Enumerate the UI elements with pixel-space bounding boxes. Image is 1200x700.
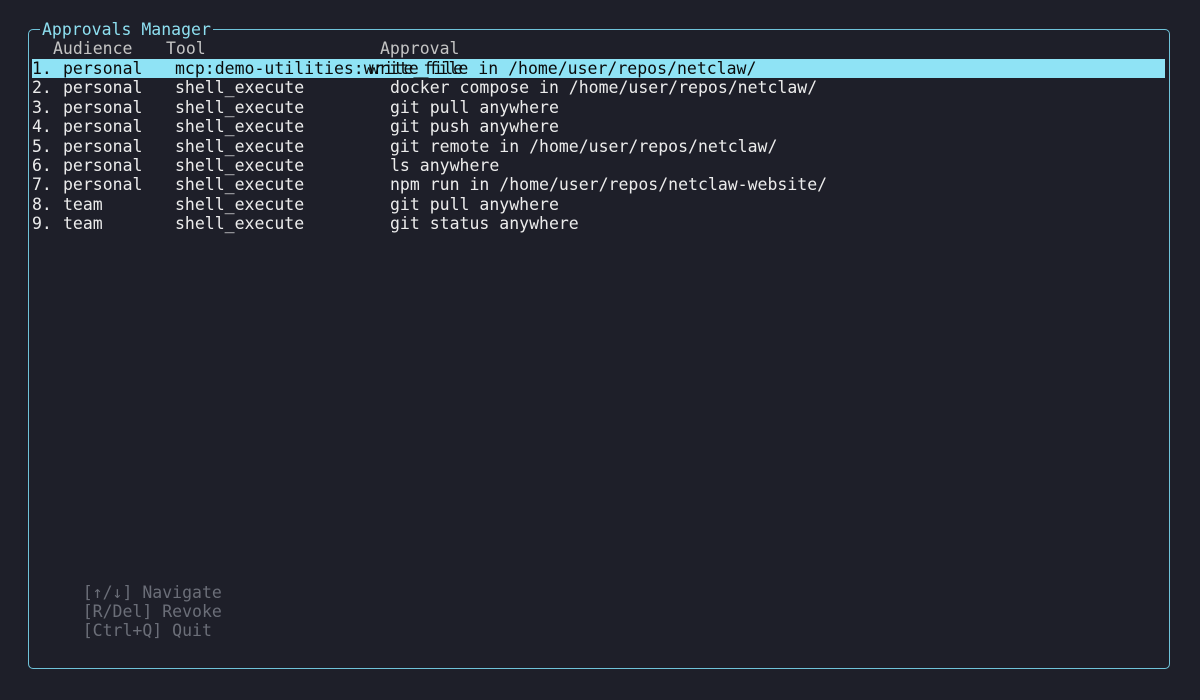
row-tool: shell_execute [175,155,305,175]
table-row[interactable]: 7. personal shell_execute npm run in /home/… [32,175,1165,194]
panel-title: Approvals Manager [40,20,213,39]
row-number: 6. [32,155,52,175]
row-audience: personal [63,136,143,156]
row-audience: personal [63,78,143,98]
row-tool: shell_execute [175,78,305,98]
table-row[interactable]: 3. personal shell_execute git pull anywhere [32,98,1165,117]
row-audience: personal [63,97,143,117]
approvals-panel: Approvals Manager Audience Tool Approval… [28,20,1170,669]
row-tool: shell_execute [175,214,305,234]
row-audience: team [63,194,103,214]
row-audience: personal [63,175,143,195]
table-header: Audience Tool Approval [29,39,1169,58]
row-number: 5. [32,136,52,156]
row-audience: personal [63,155,143,175]
row-number: 2. [32,78,52,98]
row-number: 1. [32,59,52,78]
approvals-list: 1. personal mcp:demo-utilities:write_file w… [32,59,1165,234]
row-number: 3. [32,97,52,117]
row-tool: shell_execute [175,136,305,156]
table-row[interactable]: 9. team shell_execute git status anywhere [32,214,1165,233]
row-audience: personal [63,117,143,137]
table-row[interactable]: 2. personal shell_execute docker compose in… [32,78,1165,97]
table-row[interactable]: 4. personal shell_execute git push anywhere [32,117,1165,136]
column-header-approval: Approval [380,39,460,58]
column-header-tool: Tool [166,39,206,58]
column-header-audience: Audience [53,39,133,58]
row-approval: git status anywhere [390,214,579,234]
table-row[interactable]: 8. team shell_execute git pull anywhere [32,195,1165,214]
table-row[interactable]: 5. personal shell_execute git remote in /ho… [32,137,1165,156]
row-approval: docker compose in /home/user/repos/netcl… [390,78,818,98]
row-number: 8. [32,194,52,214]
row-number: 9. [32,214,52,234]
keybinding-hints: [↑/↓] Navigate [R/Del] Revoke [Ctrl+Q] Q… [43,564,244,659]
row-audience: personal [63,59,143,78]
row-approval: write_file in /home/user/repos/netclaw/ [369,59,757,78]
row-approval: git push anywhere [390,117,559,137]
row-tool: shell_execute [175,117,305,137]
row-tool: shell_execute [175,194,305,214]
row-approval: git pull anywhere [390,194,559,214]
row-tool: shell_execute [175,97,305,117]
row-approval: git pull anywhere [390,97,559,117]
hint-navigate: [↑/↓] Navigate [82,583,222,602]
row-approval: git remote in /home/user/repos/netclaw/ [390,136,778,156]
table-row[interactable]: 1. personal mcp:demo-utilities:write_file w… [32,59,1165,79]
hint-revoke: [R/Del] Revoke [82,602,222,621]
table-row[interactable]: 6. personal shell_execute ls anywhere [32,156,1165,175]
row-number: 7. [32,175,52,195]
row-audience: team [63,214,103,234]
row-approval: ls anywhere [390,155,500,175]
row-number: 4. [32,117,52,137]
hint-quit: [Ctrl+Q] Quit [82,621,212,640]
row-approval: npm run in /home/user/repos/netclaw-webs… [390,175,828,195]
row-tool: shell_execute [175,175,305,195]
